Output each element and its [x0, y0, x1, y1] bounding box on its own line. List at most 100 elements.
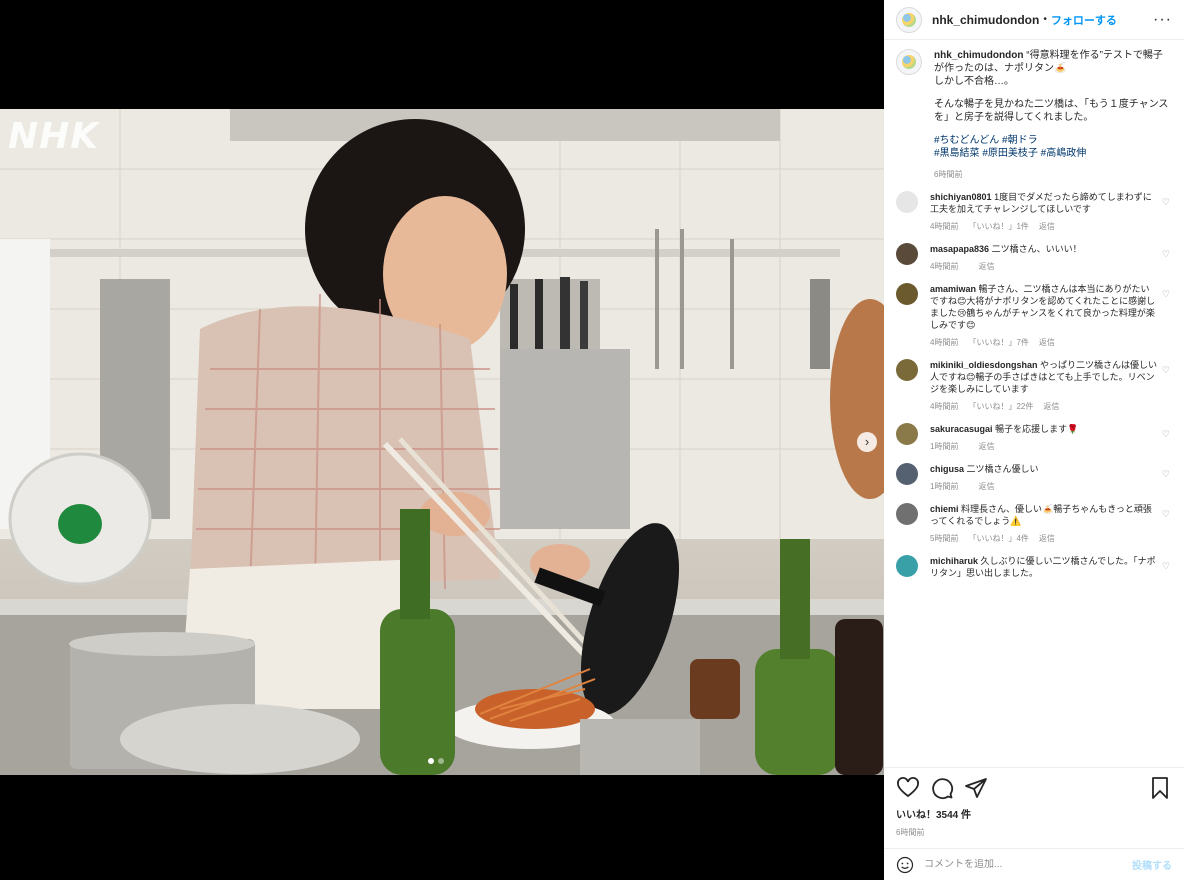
comments-list[interactable]: nhk_chimudondon “得意料理を作る”テストで暢子が作ったのは、ナポ… [884, 49, 1184, 767]
caption-hashtags-1[interactable]: #ちむどんどん #朝ドラ [934, 134, 1172, 147]
commenter-username[interactable]: chigusa [930, 464, 964, 474]
comment-meta: 1時間前 返信 [930, 441, 1158, 453]
commenter-avatar[interactable] [896, 555, 918, 577]
post-header: nhk_chimudondon • フォローする ··· [884, 0, 1184, 40]
carousel-indicator [428, 758, 444, 764]
comment-text: 暢子を応援します🌹 [995, 424, 1079, 434]
reply-button[interactable]: 返信 [1043, 402, 1059, 411]
comment-composer: 投稿する [884, 848, 1184, 880]
caption-line-3: そんな暢子を見かねた二ツ橋は、「もう１度チャンスを」と房子を説得してくれました。 [934, 99, 1169, 123]
commenter-username[interactable]: michiharuk [930, 556, 978, 566]
commenter-username[interactable]: sakuracasugai [930, 424, 993, 434]
kitchen-scene [0, 109, 884, 775]
heart-icon[interactable] [896, 776, 920, 800]
commenter-username[interactable]: chiemi [930, 504, 959, 514]
comment-text: 料理長さん、優しい🍝暢子ちゃんもきっと頑張ってくれるでしょう⚠️ [930, 504, 1152, 526]
header-username[interactable]: nhk_chimudondon [932, 13, 1039, 27]
reply-button[interactable]: 返信 [978, 482, 994, 491]
comment-time: 1時間前 [930, 442, 959, 451]
header-separator: • [1043, 14, 1047, 25]
comment-meta: 4時間前 「いいね！」7件 返信 [930, 337, 1158, 349]
reply-button[interactable]: 返信 [1039, 338, 1055, 347]
profile-avatar[interactable] [896, 6, 922, 33]
media-pane: NHK › [0, 0, 884, 880]
next-image-button[interactable]: › [857, 432, 877, 452]
comment-row: chiemi 料理長さん、優しい🍝暢子ちゃんもきっと頑張ってくれるでしょう⚠️ 5… [896, 503, 1172, 545]
commenter-username[interactable]: amamiwan [930, 284, 976, 294]
comment-time: 4時間前 [930, 338, 959, 347]
emoji-icon[interactable] [896, 856, 914, 874]
comment-heart-icon[interactable]: ♡ [1162, 469, 1170, 480]
commenter-username[interactable]: shichiyan0801 [930, 192, 992, 202]
commenter-username[interactable]: mikiniki_oldiesdongshan [930, 360, 1038, 370]
carousel-dot [438, 758, 444, 764]
action-bar: いいね！3544 件 6時間前 [884, 767, 1184, 838]
commenter-avatar[interactable] [896, 191, 918, 213]
comment-row: sakuracasugai 暢子を応援します🌹 1時間前 返信 ♡ [896, 423, 1172, 453]
comment-likes[interactable]: 「いいね！」4件 [968, 534, 1028, 543]
share-icon[interactable] [964, 776, 988, 800]
commenter-avatar[interactable] [896, 359, 918, 381]
reply-button[interactable]: 返信 [1039, 222, 1055, 231]
nhk-logo: NHK [8, 116, 100, 157]
comment-likes[interactable]: 「いいね！」1件 [968, 222, 1028, 231]
commenter-avatar[interactable] [896, 243, 918, 265]
post-timestamp: 6時間前 [896, 828, 925, 837]
bookmark-icon[interactable] [1148, 776, 1172, 800]
post-comment-button[interactable]: 投稿する [1132, 857, 1172, 872]
reply-button[interactable]: 返信 [1039, 534, 1055, 543]
comment-meta: 5時間前 「いいね！」4件 返信 [930, 533, 1158, 545]
comment-row: chigusa 二ツ橋さん優しい 1時間前 返信 ♡ [896, 463, 1172, 493]
comment-heart-icon[interactable]: ♡ [1162, 249, 1170, 260]
more-options-icon[interactable]: ··· [1153, 11, 1172, 29]
caption-time: 6時間前 [934, 170, 963, 179]
comment-heart-icon[interactable]: ♡ [1162, 289, 1170, 300]
comment-heart-icon[interactable]: ♡ [1162, 197, 1170, 208]
comment-heart-icon[interactable]: ♡ [1162, 429, 1170, 440]
comment-heart-icon[interactable]: ♡ [1162, 365, 1170, 376]
comment-meta: 4時間前 返信 [930, 261, 1158, 273]
comment-likes[interactable]: 「いいね！」7件 [968, 338, 1028, 347]
comment-time: 1時間前 [930, 482, 959, 491]
caption-line-2: しかし不合格…。 [934, 76, 1014, 87]
comment-row: amamiwan 暢子さん、二ツ橋さんは本当にありがたいですね😊大将がナポリタン… [896, 283, 1172, 349]
flower-logo-icon [902, 12, 916, 27]
caption-avatar[interactable] [896, 49, 922, 75]
comment-time: 4時間前 [930, 402, 959, 411]
commenter-avatar[interactable] [896, 423, 918, 445]
comment-text: 二ツ橋さん、いいい！ [991, 244, 1082, 254]
comment-thread: shichiyan0801 1度目でダメだったら諦めてしまわずに工夫を加えてチャ… [896, 191, 1172, 597]
post-sidebar: nhk_chimudondon • フォローする ··· nhk_chimudo… [884, 0, 1184, 880]
comment-text: 二ツ橋さん優しい [966, 464, 1039, 474]
comment-time: 4時間前 [930, 262, 959, 271]
comment-meta [930, 585, 1158, 597]
commenter-avatar[interactable] [896, 463, 918, 485]
reply-button[interactable]: 返信 [978, 442, 994, 451]
commenter-avatar[interactable] [896, 283, 918, 305]
caption-username[interactable]: nhk_chimudondon [934, 50, 1023, 61]
commenter-avatar[interactable] [896, 503, 918, 525]
comment-heart-icon[interactable]: ♡ [1162, 509, 1170, 520]
comment-meta: 4時間前 「いいね！」1件 返信 [930, 221, 1158, 233]
comment-row: mikiniki_oldiesdongshan やっぱり二ツ橋さんは優しい人です… [896, 359, 1172, 413]
caption-hashtags-2[interactable]: #黒島結菜 #原田美枝子 #高嶋政伸 [934, 147, 1172, 160]
reply-button[interactable]: 返信 [978, 262, 994, 271]
comment-icon[interactable] [930, 776, 954, 800]
flower-logo-icon [902, 55, 916, 69]
comment-input[interactable] [924, 859, 1132, 870]
comment-row: michiharuk 久しぶりに優しい二ツ橋さんでした。「ナポリタン」思い出しま… [896, 555, 1172, 597]
carousel-dot-active [428, 758, 434, 764]
likes-count[interactable]: いいね！3544 件 [896, 806, 1172, 821]
comment-time: 5時間前 [930, 534, 959, 543]
comment-meta: 4時間前 「いいね！」22件 返信 [930, 401, 1158, 413]
comment-row: masapapa836 二ツ橋さん、いいい！ 4時間前 返信 ♡ [896, 243, 1172, 273]
commenter-username[interactable]: masapapa836 [930, 244, 989, 254]
post-photo[interactable] [0, 109, 884, 775]
follow-button[interactable]: フォローする [1051, 12, 1117, 28]
comment-meta: 1時間前 返信 [930, 481, 1158, 493]
comment-row: shichiyan0801 1度目でダメだったら諦めてしまわずに工夫を加えてチャ… [896, 191, 1172, 233]
comment-time: 4時間前 [930, 222, 959, 231]
post-caption: nhk_chimudondon “得意料理を作る”テストで暢子が作ったのは、ナポ… [896, 49, 1172, 181]
comment-likes[interactable]: 「いいね！」22件 [968, 402, 1033, 411]
comment-heart-icon[interactable]: ♡ [1162, 561, 1170, 572]
